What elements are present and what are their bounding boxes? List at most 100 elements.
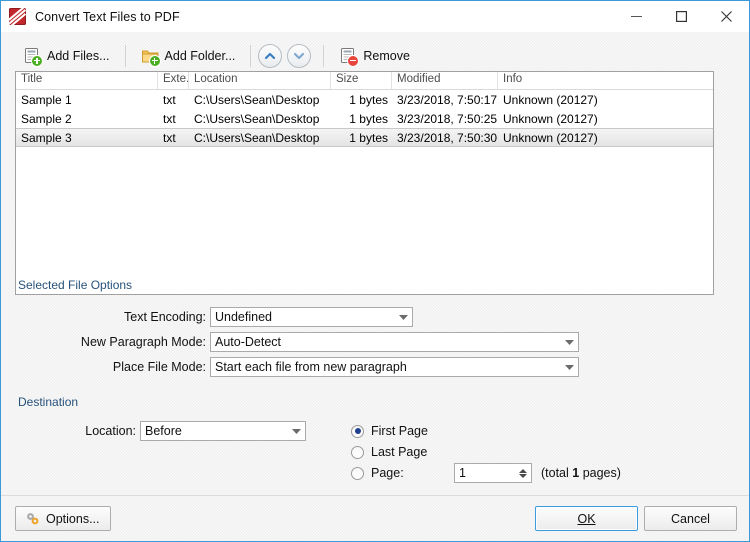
text-encoding-value: Undefined: [215, 310, 272, 324]
stepper-arrows[interactable]: [515, 468, 531, 478]
selected-file-options-label: Selected File Options: [18, 278, 133, 292]
chevron-down-icon: [394, 314, 412, 320]
add-folder-label: Add Folder...: [164, 49, 236, 63]
options-label: Options...: [46, 511, 100, 526]
total-suffix: pages): [579, 466, 621, 480]
cell-info: Unknown (20127): [503, 130, 598, 145]
column-header-title[interactable]: Title: [16, 72, 158, 89]
dialog-footer: Options... OK Cancel: [1, 495, 749, 541]
table-row-selected[interactable]: Sample 3 txt C:\Users\Sean\Desktop 1 byt…: [16, 128, 713, 147]
move-up-button[interactable]: [258, 44, 283, 68]
page-number-value[interactable]: 1: [455, 466, 515, 480]
column-header-extension[interactable]: Exte..: [158, 72, 189, 89]
pdfxchange-icon: [9, 8, 26, 25]
options-button[interactable]: Options...: [15, 506, 111, 531]
cell-info: Unknown (20127): [503, 92, 598, 107]
radio-page[interactable]: Page:: [351, 466, 404, 480]
stepper-down-icon: [519, 473, 527, 478]
ok-button[interactable]: OK: [535, 506, 638, 531]
cell-title: Sample 2: [21, 111, 72, 126]
location-label: Location:: [85, 424, 136, 438]
radio-last-page-label: Last Page: [371, 445, 428, 459]
add-folder-icon: [141, 47, 161, 67]
move-up-icon: [265, 52, 276, 60]
total-pages-text: (total 1 pages): [541, 466, 621, 480]
chevron-down-icon: [560, 364, 578, 370]
text-encoding-dropdown[interactable]: Undefined: [210, 307, 413, 327]
column-header-size[interactable]: Size: [331, 72, 392, 89]
new-paragraph-mode-dropdown[interactable]: Auto-Detect: [210, 332, 579, 352]
cell-location: C:\Users\Sean\Desktop: [194, 92, 320, 107]
move-down-button[interactable]: [287, 44, 312, 68]
cancel-button[interactable]: Cancel: [644, 506, 737, 531]
maximize-button[interactable]: [659, 1, 704, 31]
radio-last-page-dot: [351, 445, 364, 459]
location-value: Before: [145, 424, 182, 438]
ok-label: OK: [577, 512, 595, 526]
page-number-stepper[interactable]: 1: [454, 463, 532, 483]
table-row[interactable]: Sample 2 txt C:\Users\Sean\Desktop 1 byt…: [16, 109, 713, 128]
table-row[interactable]: Sample 1 txt C:\Users\Sean\Desktop 1 byt…: [16, 90, 713, 109]
remove-label: Remove: [363, 49, 410, 63]
move-down-icon: [294, 52, 305, 60]
text-encoding-label: Text Encoding:: [124, 310, 206, 324]
title-bar: Convert Text Files to PDF: [1, 1, 749, 33]
chevron-down-icon: [560, 339, 578, 345]
cell-info: Unknown (20127): [503, 111, 598, 126]
cell-size: 1 bytes: [349, 130, 388, 145]
cell-modified: 3/23/2018, 7:50:17 ..: [397, 92, 498, 107]
cell-title: Sample 1: [21, 92, 72, 107]
destination-label: Destination: [18, 395, 79, 409]
convert-text-files-dialog: Convert Text Files to PDF Add Files... A…: [0, 0, 750, 542]
cell-modified: 3/23/2018, 7:50:25 ..: [397, 111, 498, 126]
dialog-body: Add Files... Add Folder... Remove Title …: [1, 32, 749, 541]
cell-location: C:\Users\Sean\Desktop: [194, 130, 320, 145]
remove-button[interactable]: Remove: [331, 41, 418, 71]
cell-extension: txt: [163, 111, 176, 126]
file-list-panel[interactable]: Title Exte.. Location Size Modified Info…: [15, 71, 714, 295]
stepper-up-icon: [519, 468, 527, 473]
chevron-down-icon: [287, 428, 305, 434]
column-header-location[interactable]: Location: [189, 72, 331, 89]
close-button[interactable]: [704, 1, 749, 31]
column-header-modified[interactable]: Modified: [392, 72, 498, 89]
add-folder-button[interactable]: Add Folder...: [133, 41, 244, 71]
cell-size: 1 bytes: [349, 92, 388, 107]
add-files-button[interactable]: Add Files...: [15, 41, 118, 71]
toolbar-separator-3: [323, 45, 325, 67]
column-header-info[interactable]: Info: [498, 72, 698, 89]
new-paragraph-mode-value: Auto-Detect: [215, 335, 282, 349]
cell-modified: 3/23/2018, 7:50:30 ..: [397, 130, 498, 145]
toolbar: Add Files... Add Folder... Remove: [15, 41, 418, 71]
radio-page-label: Page:: [371, 466, 404, 480]
cell-title: Sample 3: [21, 130, 72, 145]
radio-first-page-label: First Page: [371, 424, 428, 438]
window-title: Convert Text Files to PDF: [35, 9, 180, 24]
total-prefix: (total: [541, 466, 573, 480]
radio-first-page-dot: [351, 424, 364, 438]
minimize-button[interactable]: [614, 1, 659, 31]
toolbar-separator-2: [250, 45, 252, 67]
add-files-label: Add Files...: [47, 49, 110, 63]
minimize-icon: [631, 15, 642, 17]
place-file-mode-label: Place File Mode:: [112, 360, 206, 374]
gear-icon: [25, 512, 41, 526]
cancel-label: Cancel: [671, 511, 710, 526]
toolbar-separator-1: [124, 45, 126, 67]
maximize-icon: [676, 10, 687, 22]
remove-icon: [339, 47, 360, 67]
cell-location: C:\Users\Sean\Desktop: [194, 111, 320, 126]
new-paragraph-mode-label: New Paragraph Mode:: [80, 335, 206, 349]
radio-page-dot: [351, 466, 364, 480]
ok-label-text: OK: [577, 511, 596, 526]
window-controls: [614, 1, 749, 31]
place-file-mode-dropdown[interactable]: Start each file from new paragraph: [210, 357, 579, 377]
cell-extension: txt: [163, 130, 176, 145]
cell-size: 1 bytes: [349, 111, 388, 126]
radio-first-page[interactable]: First Page: [351, 424, 428, 438]
place-file-mode-value: Start each file from new paragraph: [215, 360, 407, 374]
radio-last-page[interactable]: Last Page: [351, 445, 427, 459]
add-files-icon: [23, 47, 43, 67]
location-dropdown[interactable]: Before: [140, 421, 306, 441]
cell-extension: txt: [163, 92, 176, 107]
